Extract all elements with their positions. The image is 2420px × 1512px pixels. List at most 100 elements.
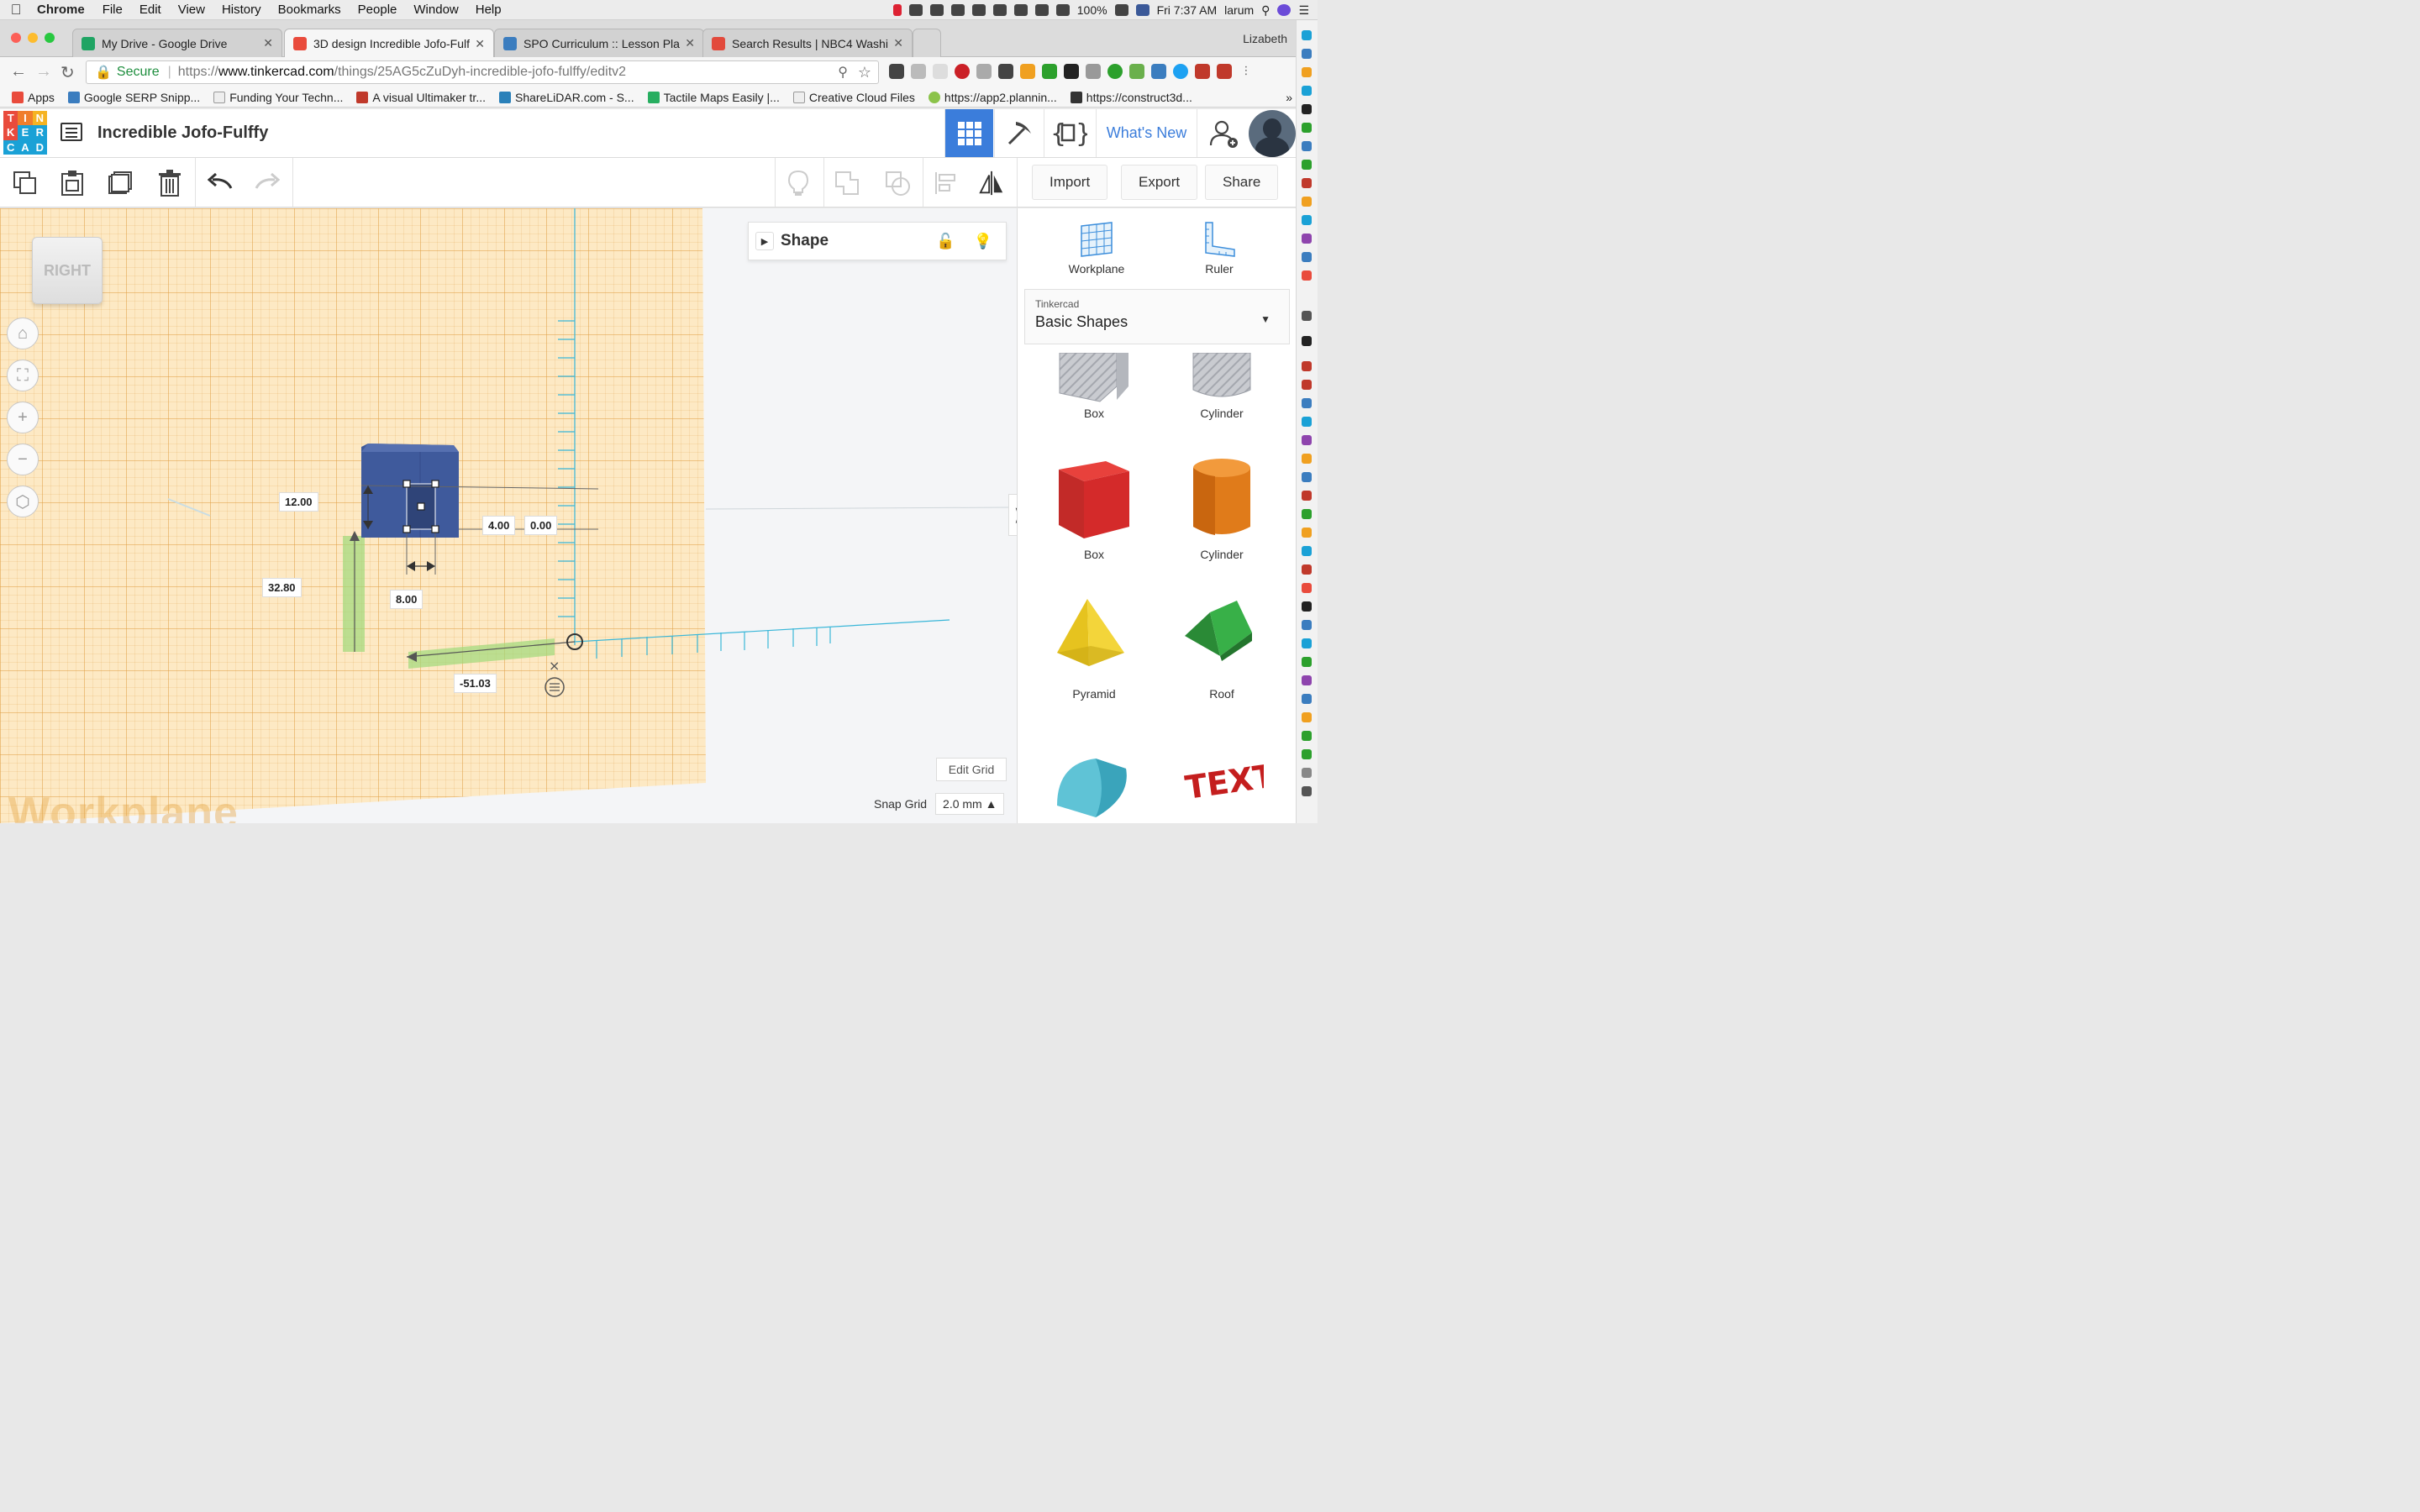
flag-icon[interactable] bbox=[1135, 4, 1150, 16]
design-list-icon[interactable] bbox=[60, 123, 82, 141]
fit-view-button[interactable]: ⛶ bbox=[7, 360, 39, 391]
ext-sidebar-icon[interactable] bbox=[1302, 472, 1312, 482]
view-cube[interactable]: RIGHT bbox=[32, 237, 103, 304]
ext-sidebar-icon[interactable] bbox=[1302, 215, 1312, 225]
lightbulb-icon[interactable]: 💡 bbox=[974, 233, 992, 250]
menu-window[interactable]: Window bbox=[405, 3, 466, 17]
unlock-icon[interactable]: 🔓 bbox=[936, 233, 955, 250]
download-ext-icon[interactable] bbox=[1107, 64, 1123, 79]
bricks-view-button[interactable] bbox=[994, 109, 1043, 157]
ext-sidebar-icon[interactable] bbox=[1302, 749, 1312, 759]
camera-ext-icon[interactable] bbox=[1086, 64, 1101, 79]
ext-icon[interactable] bbox=[976, 64, 992, 79]
home-view-button[interactable]: ⌂ bbox=[7, 318, 39, 349]
avatar[interactable] bbox=[1249, 110, 1296, 157]
workplane-tool[interactable]: Workplane bbox=[1046, 217, 1147, 276]
close-tab-icon[interactable]: ✕ bbox=[893, 36, 903, 50]
ext-sidebar-icon[interactable] bbox=[1302, 620, 1312, 630]
shape-box[interactable]: Box bbox=[1031, 452, 1157, 561]
notes-button[interactable] bbox=[785, 170, 812, 197]
import-button[interactable]: Import bbox=[1032, 165, 1108, 200]
amazon-ext-icon[interactable] bbox=[1064, 64, 1079, 79]
chrome-menu-icon[interactable]: ⋮ bbox=[1239, 64, 1254, 79]
ext-sidebar-icon[interactable] bbox=[1302, 336, 1312, 346]
menu-bookmarks[interactable]: Bookmarks bbox=[270, 3, 350, 17]
ext-sidebar-icon[interactable] bbox=[1302, 252, 1312, 262]
zoom-window-icon[interactable] bbox=[45, 33, 55, 43]
minimize-window-icon[interactable] bbox=[28, 33, 38, 43]
close-tab-icon[interactable]: ✕ bbox=[685, 36, 695, 50]
ext-sidebar-icon[interactable] bbox=[1302, 657, 1312, 667]
ext-sidebar-icon[interactable] bbox=[1302, 380, 1312, 390]
shape-roof[interactable]: Roof bbox=[1159, 591, 1285, 701]
snap-grid-select[interactable]: 2.0 mm ▲ bbox=[935, 793, 1005, 815]
ext-sidebar-icon[interactable] bbox=[1302, 528, 1312, 538]
ext-sidebar-icon[interactable] bbox=[1302, 361, 1312, 371]
ext-sidebar-icon[interactable] bbox=[1302, 30, 1312, 40]
reload-icon[interactable]: ↻ bbox=[60, 62, 75, 83]
profile-name[interactable]: Lizabeth bbox=[1243, 32, 1287, 45]
menu-people[interactable]: People bbox=[350, 3, 406, 17]
ext-sidebar-icon[interactable] bbox=[1302, 435, 1312, 445]
pinterest-ext-icon[interactable] bbox=[955, 64, 970, 79]
x-distance-input[interactable]: -51.03 bbox=[454, 674, 497, 693]
airplay-icon[interactable] bbox=[1055, 4, 1070, 16]
menu-history[interactable]: History bbox=[213, 3, 270, 17]
ext-sidebar-icon[interactable] bbox=[1302, 583, 1312, 593]
ext-sidebar-icon[interactable] bbox=[1302, 786, 1312, 796]
duplicate-button[interactable] bbox=[108, 170, 134, 197]
ext-sidebar-icon[interactable] bbox=[1302, 67, 1312, 77]
tinkercad-logo[interactable]: T I N K E R C A D bbox=[3, 111, 47, 155]
height-value-input[interactable]: 12.00 bbox=[279, 492, 318, 512]
lock-menu-icon[interactable] bbox=[971, 4, 986, 16]
new-tab-button[interactable] bbox=[913, 29, 941, 57]
bookmark-item[interactable]: https://construct3d... bbox=[1070, 91, 1192, 104]
ext-sidebar-icon[interactable] bbox=[1302, 675, 1312, 685]
bookmark-item[interactable]: Apps bbox=[12, 91, 55, 104]
shape-round-roof[interactable] bbox=[1031, 734, 1157, 823]
bookmark-item[interactable]: Tactile Maps Easily |... bbox=[647, 91, 780, 104]
evernote-menu-icon[interactable] bbox=[992, 4, 1007, 16]
3d-viewport[interactable]: Workplane × RIGHT ⌂ ⛶ + − ⬡ 12.00 4.00 0… bbox=[0, 208, 1017, 823]
battery-percent[interactable]: 100% bbox=[1077, 3, 1107, 17]
menu-help[interactable]: Help bbox=[467, 3, 510, 17]
battery-menu-icon[interactable] bbox=[950, 4, 965, 16]
menu-file[interactable]: File bbox=[94, 3, 131, 17]
close-tab-icon[interactable]: ✕ bbox=[475, 37, 485, 51]
mirror-button[interactable] bbox=[978, 170, 1005, 197]
twitter-ext-icon[interactable] bbox=[1173, 64, 1188, 79]
back-icon[interactable]: ← bbox=[10, 62, 27, 81]
ruler-tool[interactable]: Ruler bbox=[1169, 217, 1270, 276]
shape-pyramid[interactable]: Pyramid bbox=[1031, 591, 1157, 701]
design-title[interactable]: Incredible Jofo-Fulffy bbox=[97, 123, 268, 143]
ext-sidebar-icon[interactable] bbox=[1302, 509, 1312, 519]
bookmark-item[interactable]: Funding Your Techn... bbox=[213, 91, 343, 104]
ext-sidebar-icon[interactable] bbox=[1302, 141, 1312, 151]
apple-menu-icon[interactable]:  bbox=[0, 2, 32, 18]
menu-app-name[interactable]: Chrome bbox=[32, 3, 94, 17]
user-name[interactable]: larum bbox=[1224, 3, 1254, 17]
pdf-ext-icon[interactable] bbox=[1217, 64, 1232, 79]
ext-sidebar-icon[interactable] bbox=[1302, 546, 1312, 556]
ext-sidebar-icon[interactable] bbox=[1302, 49, 1312, 59]
collapse-panel-handle[interactable]: ⟩ bbox=[1008, 494, 1017, 536]
ext-icon[interactable] bbox=[1042, 64, 1057, 79]
ext-sidebar-icon[interactable] bbox=[1302, 601, 1312, 612]
menu-view[interactable]: View bbox=[170, 3, 213, 17]
shape-cylinder[interactable]: Cylinder bbox=[1159, 452, 1285, 561]
share-button[interactable]: Share bbox=[1205, 165, 1279, 200]
expand-icon[interactable]: ▶ bbox=[755, 232, 774, 250]
ext-sidebar-icon[interactable] bbox=[1302, 454, 1312, 464]
menu-edit[interactable]: Edit bbox=[131, 3, 170, 17]
ext-sidebar-icon[interactable] bbox=[1302, 270, 1312, 281]
redo-button[interactable] bbox=[254, 170, 281, 197]
ext-sidebar-icon[interactable] bbox=[1302, 234, 1312, 244]
wifi-icon[interactable] bbox=[1034, 4, 1049, 16]
bookmarks-overflow-icon[interactable]: » bbox=[1286, 91, 1292, 104]
undo-button[interactable] bbox=[207, 170, 234, 197]
bookmark-item[interactable]: https://app2.plannin... bbox=[928, 91, 1057, 104]
tab-spo-curriculum[interactable]: SPO Curriculum :: Lesson Plan ✕ bbox=[494, 29, 704, 57]
edit-grid-button[interactable]: Edit Grid bbox=[936, 758, 1007, 781]
invite-user-button[interactable] bbox=[1197, 109, 1249, 157]
bookmark-star-icon[interactable]: ☆ bbox=[858, 64, 871, 81]
